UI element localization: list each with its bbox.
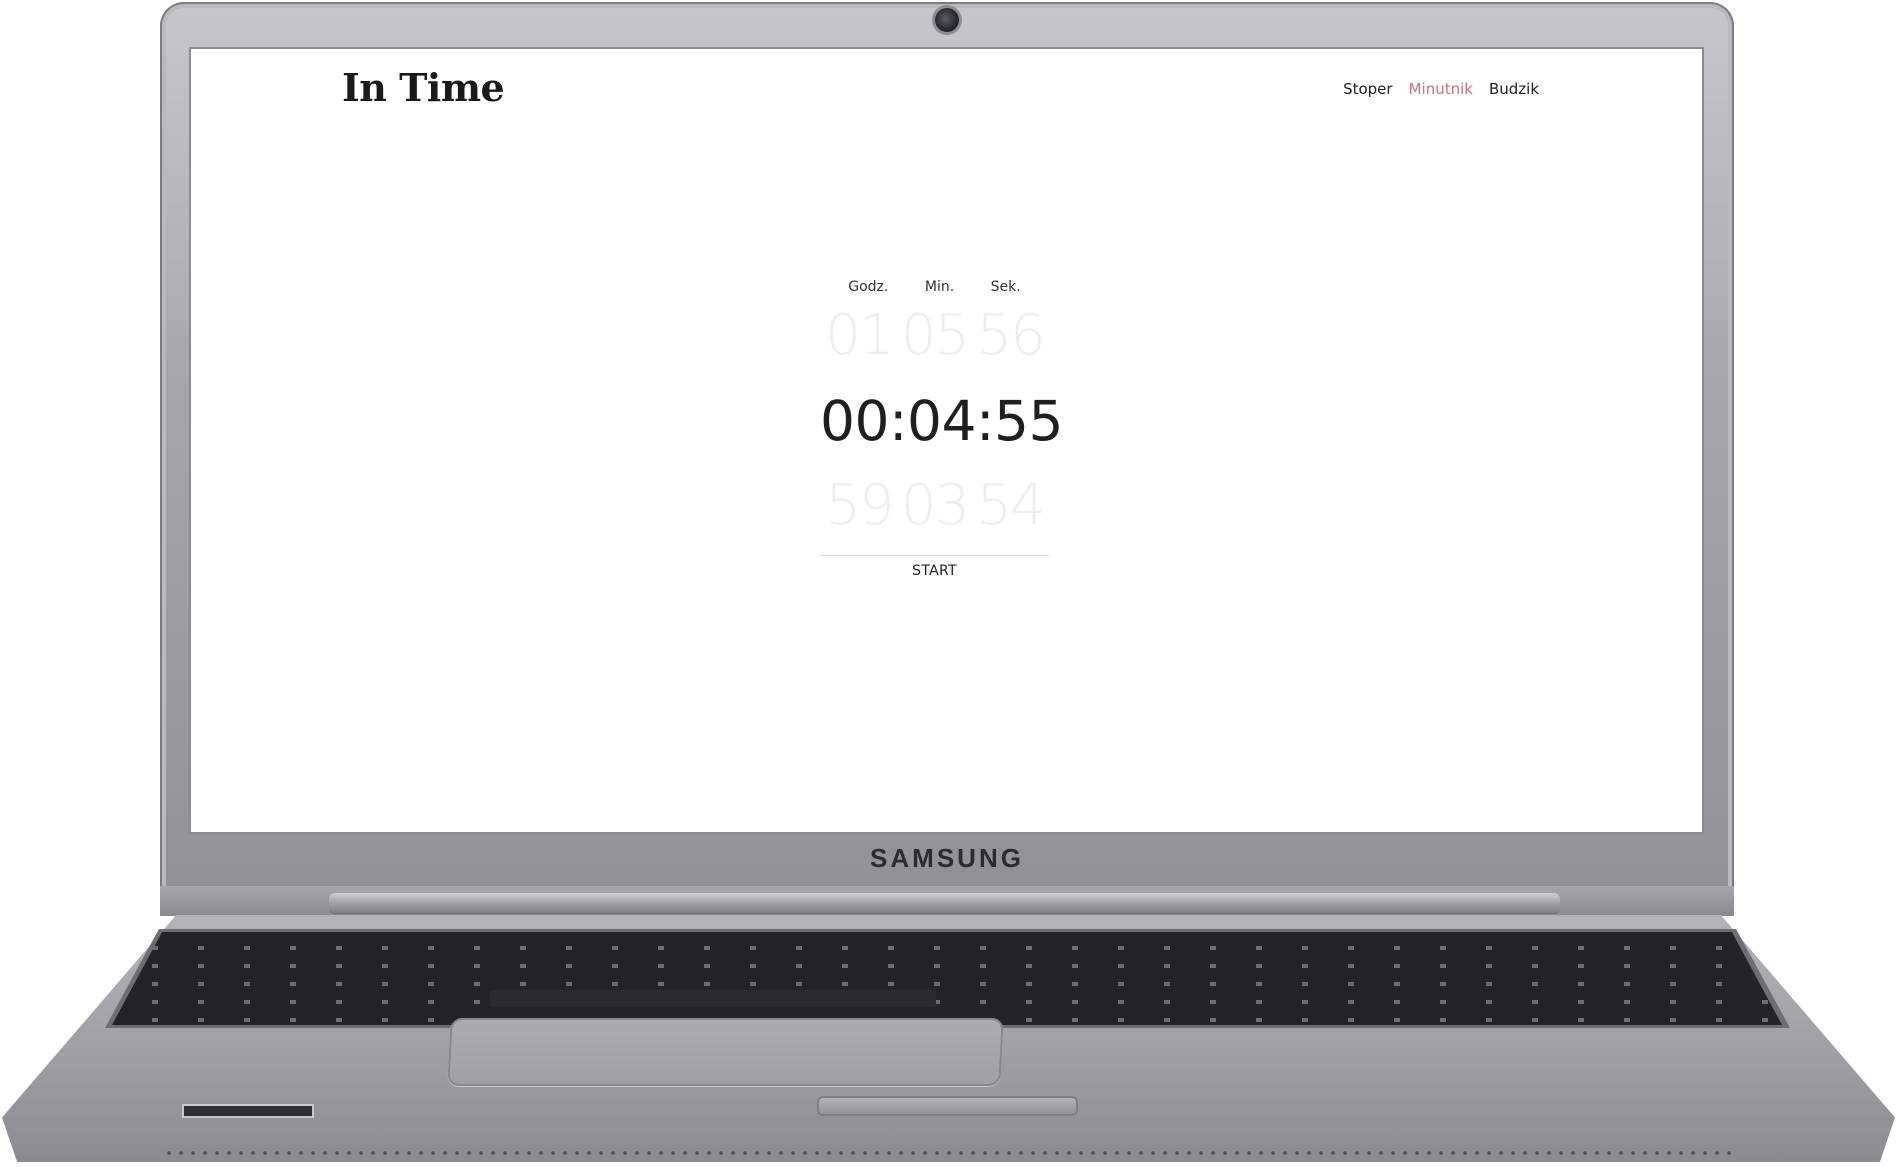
keyboard-keys bbox=[112, 932, 1782, 1025]
seconds-label: Sek. bbox=[990, 279, 1021, 295]
samsung-logo: SAMSUNG bbox=[870, 843, 1024, 873]
countdown-timer: Godz. Min. Sek. 01 05 56 00:04:55 59 03 … bbox=[820, 279, 1064, 580]
card-slot bbox=[184, 1106, 312, 1116]
wheel-row-above: 01 05 56 bbox=[820, 301, 1049, 371]
current-time-display: 00:04:55 bbox=[820, 389, 1064, 453]
nav-link-minutnik[interactable]: Minutnik bbox=[1409, 80, 1473, 98]
minutes-next-value[interactable]: 03 bbox=[897, 471, 973, 541]
speaker-grill bbox=[163, 1150, 1733, 1156]
start-divider: START bbox=[820, 555, 1049, 580]
nav-link-budzik[interactable]: Budzik bbox=[1489, 80, 1539, 98]
stage: In Time Stoper Minutnik Budzik Godz. Min… bbox=[0, 0, 1899, 1167]
laptop-hinge bbox=[329, 893, 1560, 913]
laptop-screen: In Time Stoper Minutnik Budzik Godz. Min… bbox=[191, 49, 1702, 832]
minutes-prev-value[interactable]: 05 bbox=[897, 301, 973, 371]
spacebar bbox=[490, 990, 936, 1007]
wheel-row-below: 59 03 54 bbox=[820, 471, 1049, 541]
webcam-icon bbox=[935, 8, 959, 32]
start-button[interactable]: START bbox=[906, 562, 963, 580]
main-nav: Stoper Minutnik Budzik bbox=[1343, 80, 1539, 98]
timer-column-labels: Godz. Min. Sek. bbox=[820, 279, 1049, 295]
seconds-next-value[interactable]: 54 bbox=[972, 471, 1048, 541]
hours-next-value[interactable]: 59 bbox=[821, 471, 897, 541]
front-lid-notch bbox=[817, 1096, 1078, 1116]
seconds-prev-value[interactable]: 56 bbox=[972, 301, 1048, 371]
minutes-label: Min. bbox=[924, 279, 955, 295]
hours-label: Godz. bbox=[848, 279, 889, 295]
site-logo[interactable]: In Time bbox=[342, 65, 505, 110]
nav-link-stoper[interactable]: Stoper bbox=[1343, 80, 1393, 98]
touchpad bbox=[447, 1018, 1004, 1086]
hours-prev-value[interactable]: 01 bbox=[821, 301, 897, 371]
